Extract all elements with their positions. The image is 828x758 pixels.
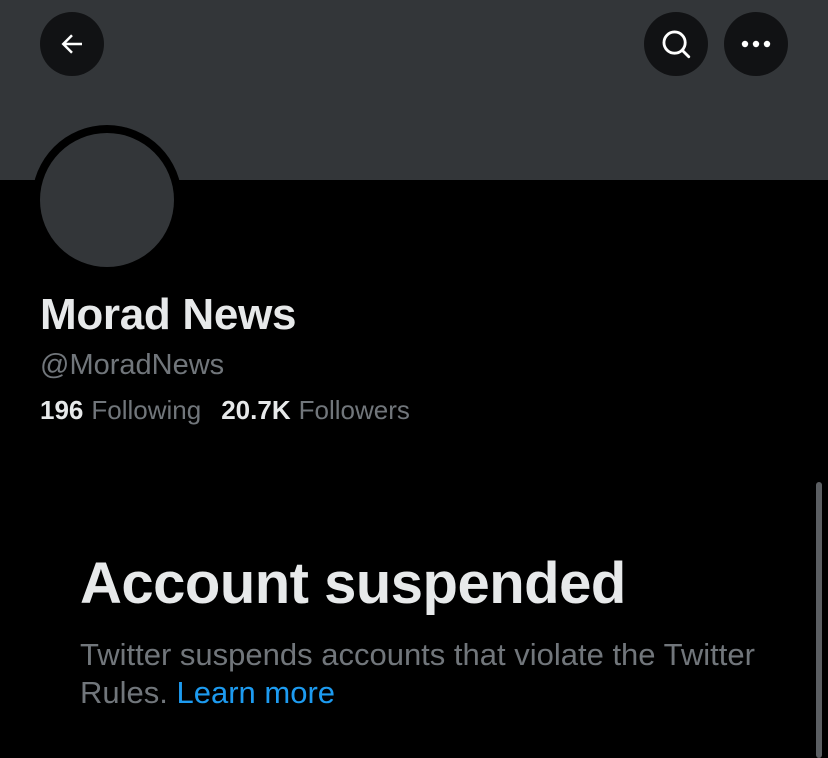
following-count: 196 (40, 395, 84, 425)
search-button[interactable] (644, 12, 708, 76)
profile-handle: @MoradNews (40, 349, 225, 381)
followers-label: Followers (298, 395, 410, 425)
following-label: Following (91, 395, 202, 425)
arrow-left-icon (57, 29, 87, 59)
following-stat[interactable]: 196 Following (40, 395, 201, 426)
profile-display-name: Morad News (40, 290, 297, 339)
scrollbar[interactable] (816, 482, 822, 758)
more-horizontal-icon (740, 39, 772, 49)
search-icon (659, 27, 693, 61)
followers-stat[interactable]: 20.7K Followers (221, 395, 410, 426)
suspension-title: Account suspended (80, 551, 626, 616)
more-options-button[interactable] (724, 12, 788, 76)
followers-count: 20.7K (221, 395, 291, 425)
avatar[interactable] (40, 133, 174, 267)
suspension-message-block: Twitter suspends accounts that violate t… (80, 636, 760, 712)
learn-more-link[interactable]: Learn more (177, 675, 336, 710)
back-button[interactable] (40, 12, 104, 76)
profile-stats: 196 Following 20.7K Followers (40, 395, 410, 426)
